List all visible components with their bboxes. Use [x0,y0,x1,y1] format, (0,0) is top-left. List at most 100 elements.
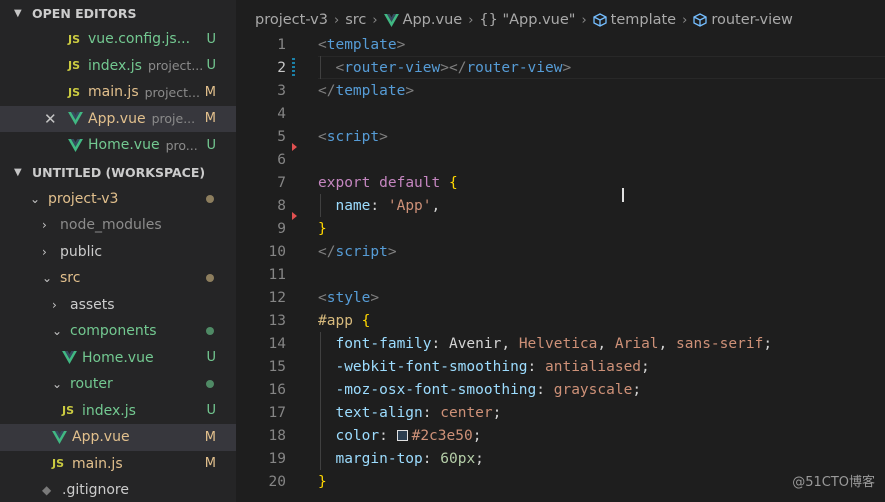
gutter [286,332,318,355]
code-line: 17 text-align: center; [236,401,885,424]
line-number: 20 [268,473,286,490]
workspace-header[interactable]: ▼ UNTITLED (WORKSPACE) [0,160,236,186]
line-number: 19 [268,450,286,467]
gutter [286,171,318,194]
open-editor-name: App.vue [88,110,146,127]
tree-file-gitignore[interactable]: ◆ .gitignore [0,477,236,502]
open-editor-path: project... [147,58,204,74]
tree-folder-src[interactable]: ⌄ src [0,265,236,292]
git-status-badge: M [204,84,216,100]
tree-folder-assets[interactable]: › assets [0,292,236,319]
line-number: 14 [268,335,286,352]
line-text: -moz-osx-font-smoothing: grayscale; [335,381,642,398]
js-file-icon: JS [68,32,81,46]
js-file-icon: JS [68,85,81,99]
git-status-badge: U [206,350,216,366]
line-number: 4 [277,105,286,122]
tree-item-label: Home.vue [82,349,154,366]
tree-file-index-js[interactable]: JS index.js U [0,398,236,425]
close-icon[interactable]: ✕ [44,110,57,128]
line-number: 13 [268,312,286,329]
tree-file-app-vue[interactable]: App.vue M [0,424,236,451]
chevron-down-icon: ⌄ [52,377,63,392]
line-number: 12 [268,289,286,306]
code-line: 8 name: 'App', [236,194,885,220]
line-number: 2 [277,59,286,76]
line-text: text-align: center; [335,404,502,421]
code-line: 13 #app { [236,309,885,332]
chevron-right-icon: › [52,297,57,312]
line-text: #app { [318,312,371,329]
code-area[interactable]: 1 <template> 2 <router-view></router-vie… [236,33,885,493]
code-line: 6 [236,148,885,171]
open-editor-name: vue.config.js... [88,31,191,48]
open-editor-name: Home.vue [88,137,160,154]
git-status-badge: M [204,111,216,127]
tree-folder-router[interactable]: ⌄ router [0,371,236,398]
line-number: 8 [277,197,286,214]
gutter [286,470,318,493]
chevron-right-icon: › [372,12,378,28]
breadcrumb-project[interactable]: project-v3 [255,12,328,28]
code-line: 15 -webkit-font-smoothing: antialiased; [236,355,885,378]
line-text: <script> [318,128,388,145]
code-line: 3 </template> [236,79,885,102]
tree-item-label: node_modules [60,217,162,234]
js-file-icon: JS [62,404,75,418]
open-editor-item-active[interactable]: ✕ App.vue proje... M [0,105,236,132]
tree-folder-public[interactable]: › public [0,239,236,266]
open-editors-header[interactable]: ▼ OPEN EDITORS [0,0,236,26]
chevron-right-icon: › [42,218,47,233]
gutter [286,286,318,309]
breadcrumb-template[interactable]: template [611,12,676,28]
line-number: 18 [268,427,286,444]
open-editor-path: proje... [151,111,196,127]
open-editor-name: index.js [88,57,142,74]
code-editor[interactable]: project-v3 › src › App.vue › {} "App.vue… [236,0,885,502]
chevron-right-icon: › [682,12,688,28]
explorer-sidebar: ▼ OPEN EDITORS JS vue.config.js... U JS … [0,0,236,502]
open-editors-title: OPEN EDITORS [32,5,137,21]
workspace-title: UNTITLED (WORKSPACE) [32,165,206,180]
tree-folder-components[interactable]: ⌄ components [0,318,236,345]
color-swatch[interactable] [396,429,408,441]
tree-item-label: src [60,270,81,287]
gutter [286,263,318,286]
breadcrumb-src[interactable]: src [345,12,366,28]
watermark: @51CTO博客 [792,475,875,490]
open-editor-item[interactable]: Home.vue pro... U [0,132,236,159]
line-number: 6 [277,151,286,168]
open-editor-item[interactable]: JS main.js project... M [0,79,236,106]
code-line: 16 -moz-osx-font-smoothing: grayscale; [236,378,885,401]
gutter [286,401,318,424]
breadcrumb-router-view[interactable]: router-view [711,12,793,28]
gutter [286,217,318,240]
chevron-down-icon: ▼ [14,7,22,19]
open-editor-item[interactable]: JS vue.config.js... U [0,26,236,53]
gutter [286,378,318,401]
tree-folder-project[interactable]: ⌄ project-v3 [0,186,236,213]
line-text: font-family: Avenir, Helvetica, Arial, s… [335,335,773,352]
vue-file-icon [52,430,72,444]
gutter [286,33,318,56]
gutter [286,56,318,79]
code-line: 4 [236,102,885,125]
line-text: <template> [318,36,406,53]
chevron-right-icon: › [468,12,474,28]
code-line: 12 <style> [236,286,885,309]
tree-file-home-vue[interactable]: Home.vue U [0,345,236,372]
breadcrumb-object[interactable]: {} "App.vue" [479,12,575,28]
git-status-badge: M [204,456,216,472]
code-line: 14 font-family: Avenir, Helvetica, Arial… [236,332,885,355]
breadcrumb-file[interactable]: App.vue [403,12,463,28]
gutter [286,309,318,332]
modified-indicator [292,58,295,77]
vue-file-icon [68,138,88,152]
tree-folder-node-modules[interactable]: › node_modules [0,212,236,239]
open-editor-item[interactable]: JS index.js project... U [0,53,236,80]
line-text: -webkit-font-smoothing: antialiased; [335,358,650,375]
tree-file-main-js[interactable]: JS main.js M [0,451,236,478]
tree-item-label: project-v3 [48,190,119,207]
tree-item-label: .gitignore [62,482,129,499]
tree-item-label: public [60,243,103,260]
